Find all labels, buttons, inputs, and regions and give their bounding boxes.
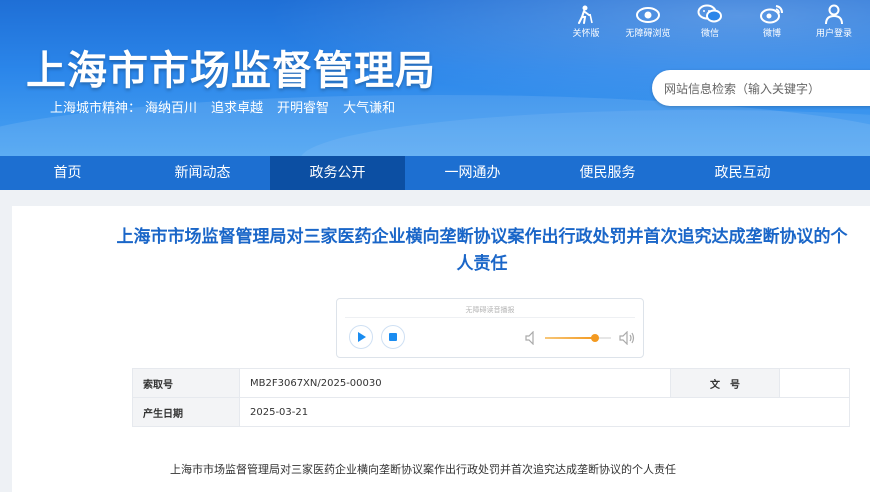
eye-icon xyxy=(617,2,679,24)
volume-slider[interactable] xyxy=(545,334,611,342)
player-divider xyxy=(345,317,635,318)
slogan-word: 追求卓越 xyxy=(211,101,264,116)
toolbar-label: 微信 xyxy=(700,29,719,39)
wechat-button[interactable]: 微信 xyxy=(679,2,741,42)
nav-item-home[interactable]: 首页 xyxy=(0,156,135,190)
play-icon xyxy=(358,332,366,342)
volume-fill xyxy=(545,337,595,339)
site-title[interactable]: 上海市市场监督管理局 xyxy=(26,38,436,96)
nav-item-government-affairs[interactable]: 政务公开 xyxy=(270,156,405,190)
date-label: 产生日期 xyxy=(132,397,240,427)
stop-button[interactable] xyxy=(381,325,405,349)
nav-item-special[interactable]: 专 xyxy=(810,156,870,190)
doc-number-value xyxy=(779,368,850,398)
article-title: 上海市市场监督管理局对三家医药企业横向垄断协议案作出行政处罚并首次追究达成垄断协… xyxy=(116,227,848,274)
audio-player: 无障碍读音播报 xyxy=(336,298,644,358)
slogan-word: 大气谦和 xyxy=(343,101,396,116)
nav-item-public-services[interactable]: 便民服务 xyxy=(540,156,675,190)
weibo-icon xyxy=(741,2,803,24)
main-nav: 首页 新闻动态 政务公开 一网通办 便民服务 政民互动 专 xyxy=(0,156,870,190)
doc-number-label: 文 号 xyxy=(670,368,780,398)
toolbar-label: 微博 xyxy=(762,29,781,39)
user-login-button[interactable]: 用户登录 xyxy=(803,2,865,42)
elderly-care-button[interactable]: 关怀版 xyxy=(555,2,617,42)
index-value: MB2F3067XN/2025-00030 xyxy=(239,368,671,398)
player-caption: 无障碍读音播报 xyxy=(465,306,515,314)
slogan-label: 上海城市精神： xyxy=(50,101,142,116)
wechat-icon xyxy=(679,2,741,24)
site-search xyxy=(652,70,870,108)
search-input[interactable] xyxy=(652,70,866,108)
article-card: 上海市市场监督管理局对三家医药企业横向垄断协议案作出行政处罚并首次追究达成垄断协… xyxy=(12,206,870,492)
volume-knob[interactable] xyxy=(590,334,599,342)
user-icon xyxy=(803,2,865,24)
article-summary: 上海市市场监督管理局对三家医药企业横向垄断协议案作出行政处罚并首次追究达成垄断协… xyxy=(170,463,676,476)
nav-item-interaction[interactable]: 政民互动 xyxy=(675,156,810,190)
index-label: 索取号 xyxy=(132,368,240,398)
document-meta-table: 索取号 MB2F3067XN/2025-00030 文 号 产生日期 2025-… xyxy=(132,368,850,427)
play-button[interactable] xyxy=(349,325,373,349)
volume-up-icon[interactable] xyxy=(619,330,635,349)
table-row: 索取号 MB2F3067XN/2025-00030 文 号 xyxy=(132,368,850,398)
slogan-word: 开明睿智 xyxy=(277,101,330,116)
volume-down-icon[interactable] xyxy=(525,330,537,349)
toolbar-label: 用户登录 xyxy=(815,29,852,39)
top-toolbar: 关怀版 无障碍浏览 微信 微博 用户登录 xyxy=(555,2,865,42)
city-spirit-slogan: 上海城市精神： 海纳百川 追求卓越 开明睿智 大气谦和 xyxy=(50,97,409,116)
slogan-word: 海纳百川 xyxy=(145,101,198,116)
nav-item-news[interactable]: 新闻动态 xyxy=(135,156,270,190)
table-row: 产生日期 2025-03-21 xyxy=(132,397,850,427)
toolbar-label: 无障碍浏览 xyxy=(625,29,671,39)
nav-item-online-services[interactable]: 一网通办 xyxy=(405,156,540,190)
stop-icon xyxy=(389,333,397,341)
elderly-care-icon xyxy=(555,2,617,24)
site-header: 上海市市场监督管理局 上海城市精神： 海纳百川 追求卓越 开明睿智 大气谦和 关怀版 无… xyxy=(0,0,870,156)
accessibility-button[interactable]: 无障碍浏览 xyxy=(617,2,679,42)
toolbar-label: 关怀版 xyxy=(572,29,600,39)
weibo-button[interactable]: 微博 xyxy=(741,2,803,42)
date-value: 2025-03-21 xyxy=(239,397,850,427)
